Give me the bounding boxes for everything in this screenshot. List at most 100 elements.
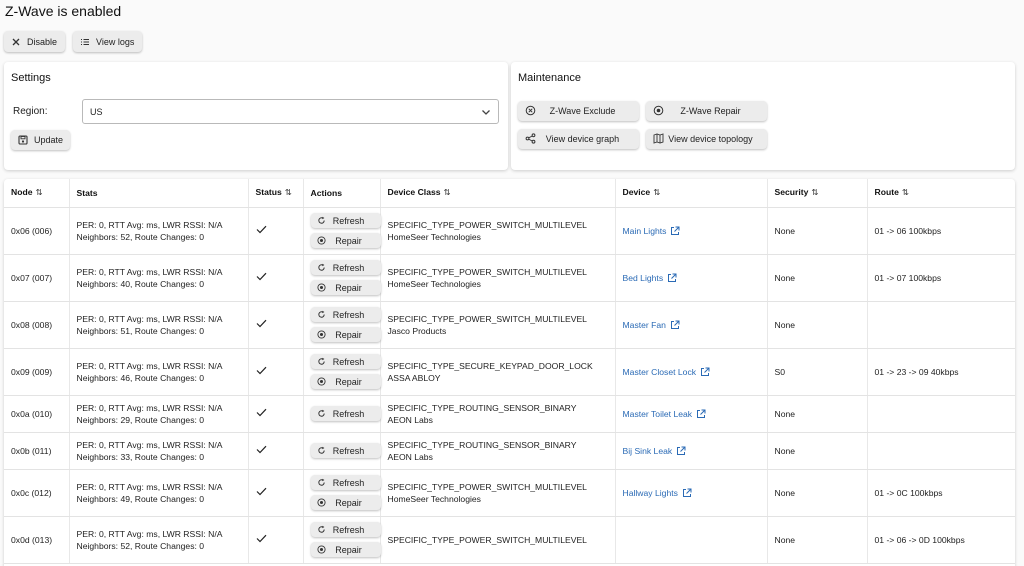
table-row: 0x07 (007) PER: 0, RTT Avg: ms, LWR RSSI:… <box>4 254 1015 302</box>
share-graph-icon <box>525 133 536 144</box>
table-row: 0x0c (012) PER: 0, RTT Avg: ms, LWR RSSI:… <box>4 469 1015 517</box>
refresh-button[interactable]: Refresh <box>310 522 381 537</box>
repair-button[interactable]: Repair <box>310 374 381 389</box>
device-class-cell: SPECIFIC_TYPE_SECURE_KEYPAD_DOOR_LOCK ASS… <box>380 348 616 396</box>
table-header-row: Node ⇅ Stats Status ⇅ Actions Device Class… <box>4 179 1015 208</box>
device-class-cell: SPECIFIC_TYPE_POWER_SWITCH_MULTILEVEL <box>380 516 616 564</box>
repair-button[interactable]: Repair <box>310 495 381 510</box>
refresh-button[interactable]: Refresh <box>310 354 381 369</box>
check-icon <box>256 408 266 416</box>
repair-label: Repair <box>335 376 362 387</box>
repair-button[interactable]: Repair <box>310 233 381 248</box>
check-icon <box>256 319 266 327</box>
open-external-icon <box>671 226 680 235</box>
device-cell: Bed Lights <box>615 254 768 302</box>
status-cell <box>248 516 304 564</box>
open-external-icon <box>682 488 692 497</box>
refresh-label: Refresh <box>332 309 365 320</box>
header-route[interactable]: Route ⇅ <box>867 179 1015 208</box>
route-cell: 01 -> 23 -> 09 40kbps <box>867 348 1015 396</box>
status-cell <box>248 469 304 517</box>
stats-cell: PER: 0, RTT Avg: ms, LWR RSSI: N/A Neighb… <box>69 348 249 396</box>
open-external-icon <box>668 273 677 282</box>
check-icon <box>256 225 266 233</box>
node-cell: 0x08 (008) <box>4 301 70 349</box>
header-actions: Actions <box>303 179 381 208</box>
device-class-cell: SPECIFIC_TYPE_POWER_SWITCH_MULTILEVEL Hom… <box>380 254 616 302</box>
actions-cell: Refresh Repair <box>303 254 381 302</box>
refresh-button[interactable]: Refresh <box>310 213 381 228</box>
device-cell <box>615 516 768 564</box>
view-logs-button[interactable]: View logs <box>73 31 143 52</box>
disable-button[interactable]: Disable <box>4 31 66 52</box>
actions-cell: Refresh <box>303 432 381 470</box>
refresh-label: Refresh <box>332 262 365 273</box>
refresh-label: Refresh <box>332 215 365 226</box>
device-cell: Master Fan <box>615 301 768 349</box>
region-select[interactable]: US <box>82 99 499 124</box>
table-row: 0x0a (010) PER: 0, RTT Avg: ms, LWR RSSI:… <box>4 395 1015 433</box>
open-external-icon <box>670 320 680 329</box>
security-cell: S0 <box>767 348 868 396</box>
device-link[interactable]: Master Toilet Leak <box>623 408 707 420</box>
repair-button[interactable]: Repair <box>310 327 381 342</box>
header-node[interactable]: Node ⇅ <box>4 179 70 208</box>
device-link[interactable]: Hallway Lights <box>623 487 692 499</box>
refresh-button[interactable]: Refresh <box>310 406 381 421</box>
device-link[interactable]: Main Lights <box>623 225 681 237</box>
repair-icon <box>316 236 326 245</box>
repair-icon <box>316 377 326 386</box>
route-cell: 01 -> 07 100kbps <box>867 254 1015 302</box>
security-cell: None <box>767 469 868 517</box>
device-link[interactable]: Bed Lights <box>623 272 678 284</box>
header-security[interactable]: Security ⇅ <box>767 179 868 208</box>
header-device[interactable]: Device ⇅ <box>615 179 768 208</box>
sort-icon: ⇅ <box>811 187 819 198</box>
sort-icon: ⇅ <box>901 187 910 198</box>
view-device-graph-button[interactable]: View device graph <box>518 129 639 149</box>
update-button[interactable]: Update <box>11 130 71 150</box>
sort-icon: ⇅ <box>35 187 43 198</box>
refresh-button[interactable]: Refresh <box>310 307 381 322</box>
list-icon <box>81 38 90 45</box>
route-cell <box>867 395 1015 433</box>
header-status[interactable]: Status ⇅ <box>248 179 304 208</box>
page-title: Z-Wave is enabled <box>5 3 122 19</box>
check-icon <box>256 487 266 495</box>
device-link[interactable]: Master Fan <box>623 319 680 331</box>
header-device-class[interactable]: Device Class ⇅ <box>380 179 616 208</box>
view-device-topology-button[interactable]: View device topology <box>646 129 767 149</box>
zwave-exclude-label: Z-Wave Exclude <box>549 106 616 116</box>
check-icon <box>256 366 266 374</box>
close-icon <box>12 38 20 45</box>
top-toolbar: Disable View logs <box>4 31 143 52</box>
refresh-button[interactable]: Refresh <box>310 443 381 458</box>
device-link[interactable]: Master Closet Lock <box>623 366 711 378</box>
settings-title: Settings <box>11 72 51 84</box>
zwave-exclude-button[interactable]: Z-Wave Exclude <box>518 101 639 121</box>
refresh-button[interactable]: Refresh <box>310 475 381 490</box>
security-cell: None <box>767 516 868 564</box>
stats-cell: PER: 0, RTT Avg: ms, LWR RSSI: N/A Neighb… <box>69 469 249 517</box>
update-button-label: Update <box>34 135 64 145</box>
status-cell <box>248 395 304 433</box>
repair-icon <box>316 498 326 507</box>
refresh-icon <box>317 409 325 417</box>
refresh-button[interactable]: Refresh <box>310 260 381 275</box>
save-icon <box>18 135 28 145</box>
maintenance-card: Maintenance Z-Wave Exclude Z-Wave Repair… <box>511 62 1015 170</box>
zwave-repair-button[interactable]: Z-Wave Repair <box>646 101 767 121</box>
check-icon <box>256 534 266 542</box>
table-row: 0x09 (009) PER: 0, RTT Avg: ms, LWR RSSI:… <box>4 348 1015 396</box>
refresh-icon <box>317 525 325 533</box>
node-cell: 0x0a (010) <box>4 395 70 433</box>
check-icon <box>256 445 266 453</box>
repair-button[interactable]: Repair <box>310 280 381 295</box>
disable-button-label: Disable <box>27 36 58 47</box>
check-icon <box>256 272 266 280</box>
device-link[interactable]: Bij Sink Leak <box>623 445 687 457</box>
repair-button[interactable]: Repair <box>310 542 381 557</box>
sort-icon: ⇅ <box>443 187 451 198</box>
repair-icon <box>316 545 326 554</box>
chevron-down-icon <box>482 110 490 115</box>
